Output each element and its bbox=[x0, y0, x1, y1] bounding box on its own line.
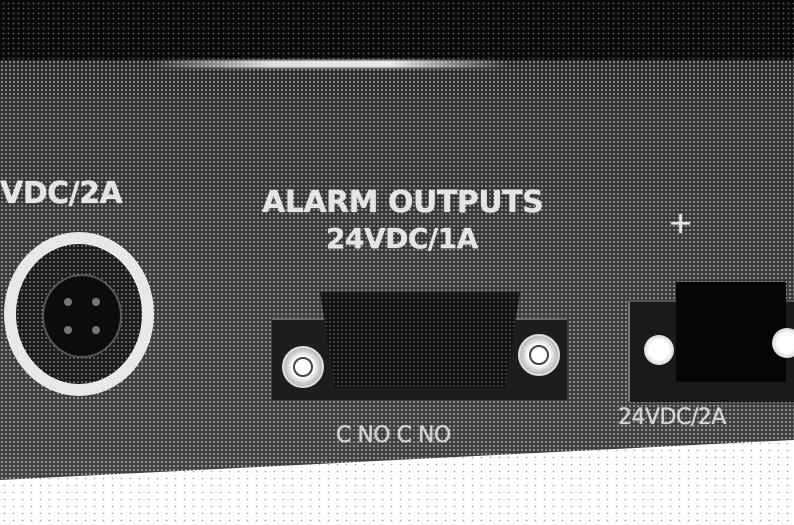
terminal-screw-right bbox=[772, 328, 794, 358]
power-connector-socket bbox=[42, 274, 122, 358]
plus-marking: + bbox=[668, 206, 693, 241]
terminal-block-plug bbox=[676, 282, 786, 382]
terminal-screw-left bbox=[644, 335, 674, 365]
power-pin bbox=[92, 298, 100, 306]
power-pin bbox=[64, 326, 72, 334]
terminal-pin-legend: 24VDC/2A bbox=[618, 405, 726, 430]
panel-top-highlight bbox=[150, 60, 510, 68]
power-pin bbox=[64, 298, 72, 306]
photo-scene: VDC/2A ALARM OUTPUTS 24VDC/1A + C NO C N… bbox=[0, 0, 794, 525]
power-rating-label: VDC/2A bbox=[0, 176, 123, 211]
power-connector bbox=[4, 232, 154, 396]
panel-top-shadow bbox=[0, 0, 794, 60]
connector-screw-right bbox=[518, 334, 560, 376]
connector-screw-left bbox=[282, 346, 324, 388]
alarm-outputs-label: ALARM OUTPUTS bbox=[262, 185, 544, 220]
alarm-rating-label: 24VDC/1A bbox=[326, 222, 478, 255]
alarm-output-connector bbox=[320, 292, 520, 388]
power-pin bbox=[92, 326, 100, 334]
db-pin-legend: C NO C NO bbox=[336, 423, 451, 448]
